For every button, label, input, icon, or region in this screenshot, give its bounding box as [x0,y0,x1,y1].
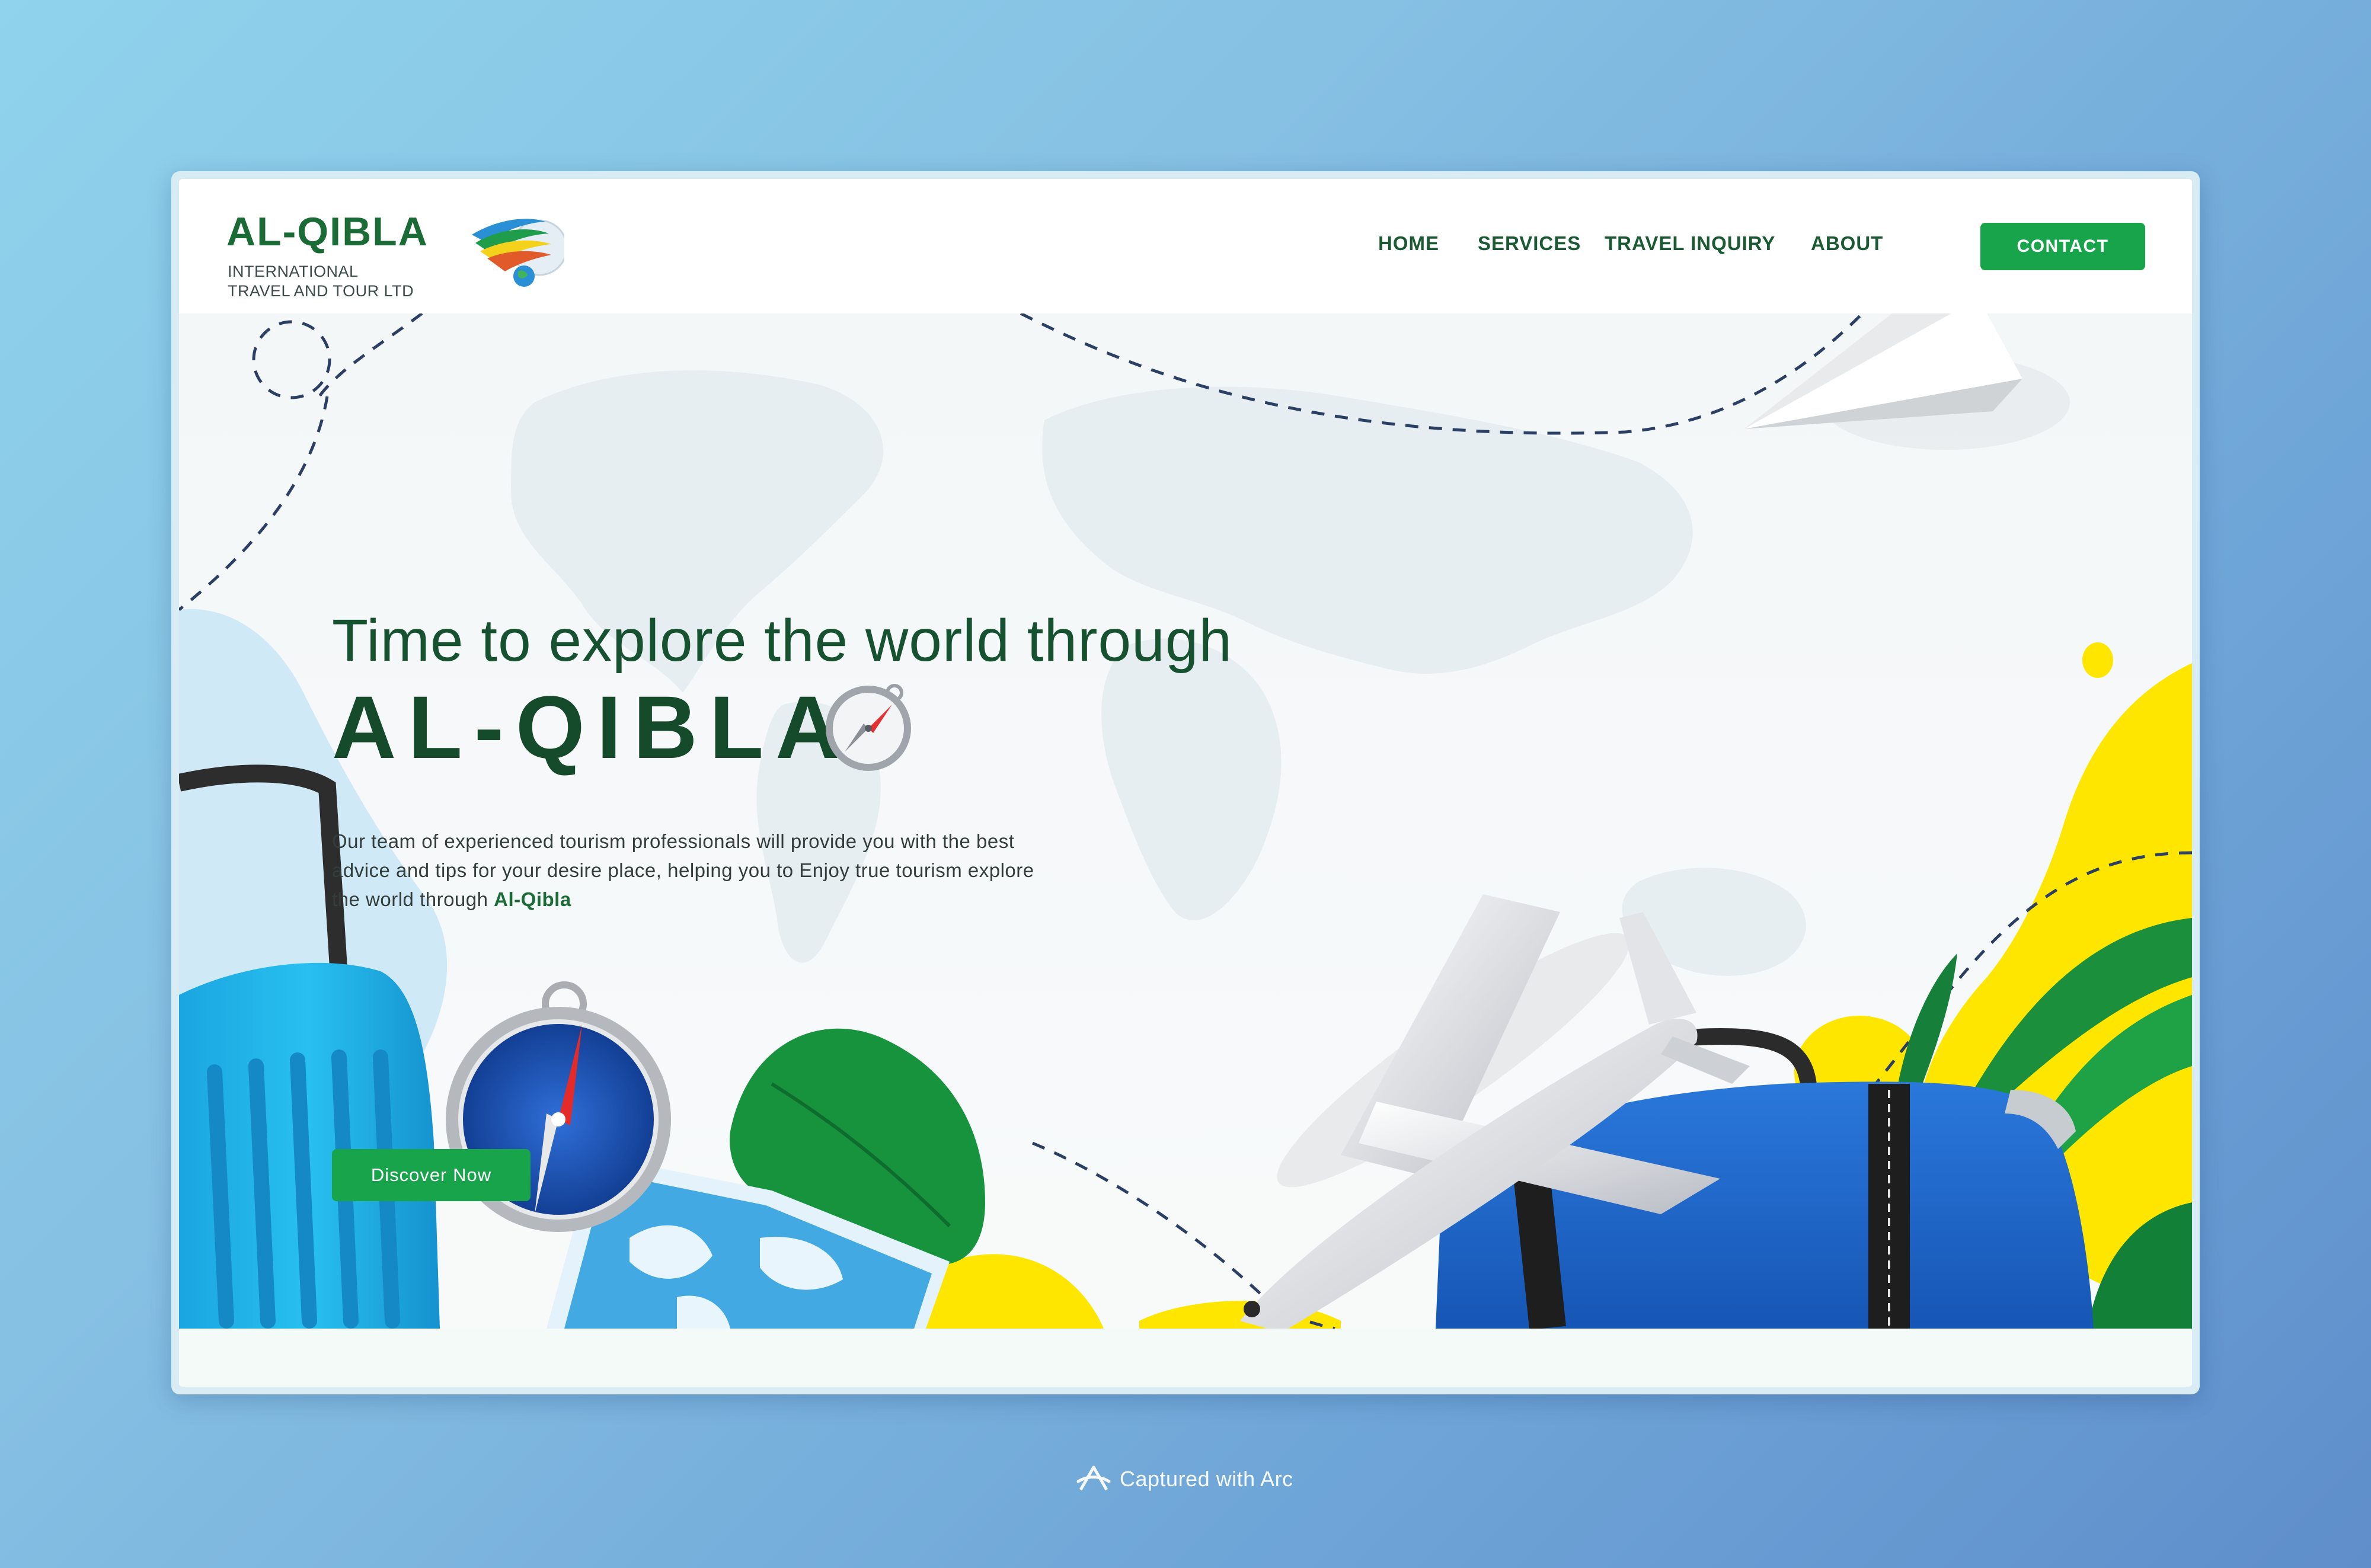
brand-name: AL-QIBLA [226,209,429,254]
contact-button[interactable]: CONTACT [1980,223,2145,270]
hero-title: Time to explore the world through [332,607,1232,674]
section-divider-band [179,1329,2192,1387]
nav-home-link[interactable]: HOME [1378,232,1439,255]
nav-services-link[interactable]: SERVICES [1478,232,1581,255]
brand-subtitle-line2: TRAVEL AND TOUR LTD [228,282,414,300]
nav-travel-inquiry-link[interactable]: TRAVEL INQUIRY [1605,232,1775,255]
compass-emoji-icon [826,684,911,771]
brand-logo-link[interactable]: AL-QIBLA INTERNATIONAL TRAVEL AND TOUR L… [226,209,564,300]
discover-now-button[interactable]: Discover Now [332,1149,531,1201]
brand-subtitle-line1: INTERNATIONAL [228,263,359,280]
hero-description-highlight: Al-Qibla [494,888,571,910]
navbar: AL-QIBLA INTERNATIONAL TRAVEL AND TOUR L… [179,179,2192,313]
captured-with-arc-badge: Captured with Arc [1076,1463,1293,1496]
hero-description-text: Our team of experienced tourism professi… [332,830,1034,910]
web-page: AL-QIBLA INTERNATIONAL TRAVEL AND TOUR L… [179,179,2192,1387]
nav-about-link[interactable]: ABOUT [1811,232,1883,255]
arc-logo-icon [1076,1465,1111,1491]
brand-subtitle: INTERNATIONAL TRAVEL AND TOUR LTD [228,262,414,301]
browser-window: AL-QIBLA INTERNATIONAL TRAVEL AND TOUR L… [171,171,2200,1394]
globe-swoosh-logo-icon [472,219,564,287]
hero-brand-name: AL-QIBLA [332,677,852,777]
hero-description: Our team of experienced tourism professi… [332,827,1043,914]
hero-section: Time to explore the world through AL-QIB… [179,313,2192,1329]
captured-label: Captured with Arc [1120,1467,1293,1491]
